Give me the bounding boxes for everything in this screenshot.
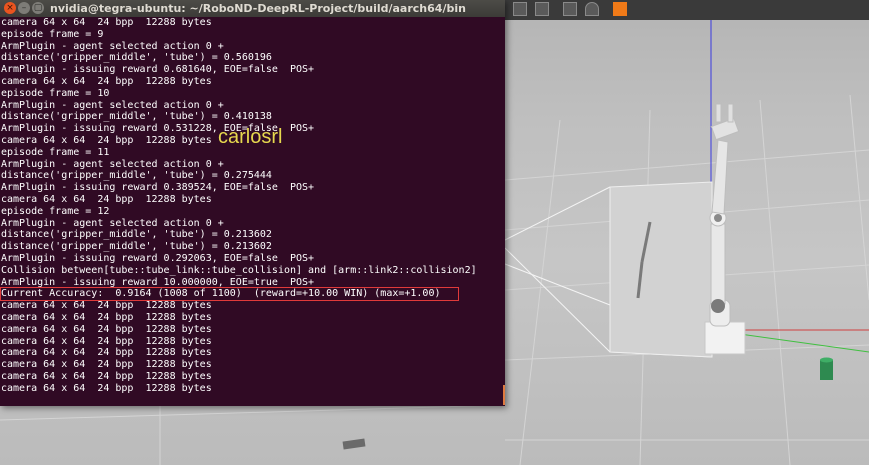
terminal-line: camera 64 x 64 24 bpp 12288 bytes (1, 17, 212, 28)
terminal-line: camera 64 x 64 24 bpp 12288 bytes (1, 300, 212, 312)
terminal-line: camera 64 x 64 24 bpp 12288 bytes (1, 312, 212, 323)
terminal-line: camera 64 x 64 24 bpp 12288 bytes (1, 194, 212, 205)
floor-artifact (342, 438, 366, 450)
maximize-button[interactable]: ▢ (32, 2, 44, 14)
align-icon[interactable] (563, 2, 577, 16)
terminal-line: ArmPlugin - issuing reward 0.681640, EOE… (1, 64, 315, 76)
terminal-line: episode frame = 10 (1, 87, 110, 99)
terminal-line: camera 64 x 64 24 bpp 12288 bytes (1, 323, 212, 335)
terminal-line: ArmPlugin - agent selected action 0 + (1, 217, 224, 229)
copy-icon[interactable] (513, 2, 527, 16)
gazebo-toolbar (505, 0, 869, 20)
accuracy-highlight-box (0, 287, 459, 301)
window-title: nvidia@tegra-ubuntu: ~/RoboND-DeepRL-Pro… (50, 2, 466, 15)
terminal-line: ArmPlugin - agent selected action 0 + (1, 158, 224, 170)
terminal-line: Collision between[tube::tube_link::tube_… (1, 264, 477, 276)
terminal-line: distance('gripper_middle', 'tube') = 0.2… (1, 170, 272, 182)
watermark-text: carlosrl (218, 126, 283, 148)
terminal-line: ArmPlugin - issuing reward 0.389524, EOE… (1, 182, 315, 194)
terminal-line: camera 64 x 64 24 bpp 12288 bytes (1, 359, 212, 371)
terminal-line: ArmPlugin - agent selected action 0 + (1, 99, 224, 111)
terminal-line: camera 64 x 64 24 bpp 12288 bytes (1, 382, 212, 394)
terminal-line: episode frame = 11 (1, 146, 110, 158)
camera-image-plane (609, 181, 713, 358)
terminal-line: camera 64 x 64 24 bpp 12288 bytes (1, 76, 212, 87)
tube-object (820, 357, 833, 380)
terminal-line: camera 64 x 64 24 bpp 12288 bytes (1, 347, 212, 359)
snap-icon[interactable] (585, 2, 599, 16)
terminal-line: episode frame = 12 (1, 205, 110, 217)
terminal-line: camera 64 x 64 24 bpp 12288 bytes (1, 135, 212, 146)
terminal-window[interactable]: × – ▢ nvidia@tegra-ubuntu: ~/RoboND-Deep… (0, 0, 505, 406)
minimize-button[interactable]: – (18, 2, 30, 14)
terminal-line: distance('gripper_middle', 'tube') = 0.2… (1, 229, 272, 241)
terminal-line: camera 64 x 64 24 bpp 12288 bytes (1, 371, 212, 382)
paste-icon[interactable] (535, 2, 549, 16)
shape-icon[interactable] (613, 2, 627, 16)
terminal-line: episode frame = 9 (1, 28, 104, 40)
terminal-scroll-edge (503, 385, 505, 405)
window-titlebar[interactable]: × – ▢ nvidia@tegra-ubuntu: ~/RoboND-Deep… (0, 0, 505, 17)
terminal-output[interactable]: camera 64 x 64 24 bpp 12288 bytes episode… (0, 17, 505, 406)
close-button[interactable]: × (4, 2, 16, 14)
terminal-line: ArmPlugin - issuing reward 0.292063, EOE… (1, 253, 315, 264)
terminal-line: distance('gripper_middle', 'tube') = 0.2… (1, 241, 272, 253)
terminal-line: ArmPlugin - agent selected action 0 + (1, 40, 224, 52)
terminal-line: distance('gripper_middle', 'tube') = 0.4… (1, 111, 272, 123)
terminal-line: distance('gripper_middle', 'tube') = 0.5… (1, 52, 272, 64)
terminal-line: camera 64 x 64 24 bpp 12288 bytes (1, 335, 212, 347)
